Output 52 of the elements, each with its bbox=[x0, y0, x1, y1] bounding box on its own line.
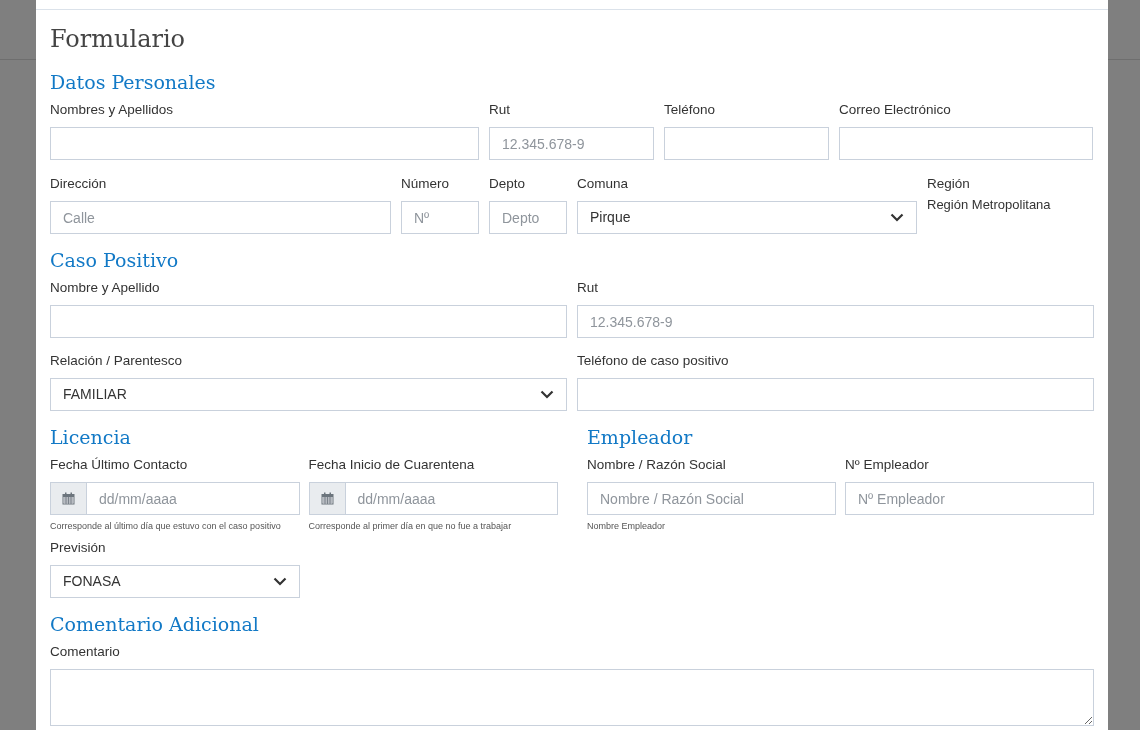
field-label: Nº Empleador bbox=[845, 456, 930, 474]
field-label: Comentario bbox=[50, 643, 121, 661]
comment-textarea[interactable] bbox=[50, 669, 1094, 726]
chevron-down-icon bbox=[890, 213, 904, 222]
field-label: Fecha Inicio de Cuarentena bbox=[308, 456, 476, 474]
section-heading: Licencia bbox=[50, 425, 132, 450]
field-hint: Nombre Empleador bbox=[587, 520, 667, 532]
form-title: Formulario bbox=[50, 24, 187, 55]
field-label: Previsión bbox=[50, 539, 107, 557]
field-label: Número bbox=[401, 175, 450, 193]
field-hint: Corresponde al primer día en que no fue a trabajar bbox=[308, 520, 513, 532]
field-label: Comuna bbox=[577, 175, 630, 193]
field-label: Nombre / Razón Social bbox=[587, 456, 727, 474]
calendar-icon bbox=[62, 492, 75, 505]
text-field[interactable] bbox=[664, 127, 829, 160]
text-field[interactable] bbox=[50, 305, 567, 338]
section-heading: Comentario Adicional bbox=[50, 612, 260, 637]
text-field[interactable]: Nombre / Razón Social bbox=[587, 482, 836, 515]
field-hint: Corresponde al último día que estuvo con el caso positivo bbox=[50, 520, 282, 532]
text-field[interactable]: Calle bbox=[50, 201, 391, 234]
region-value: Región Metropolitana bbox=[927, 196, 1052, 214]
section-heading: Datos Personales bbox=[50, 70, 217, 95]
text-field[interactable]: Nº Empleador bbox=[845, 482, 1094, 515]
field-label: Región bbox=[927, 175, 971, 193]
field-label: Depto bbox=[489, 175, 527, 193]
date-field[interactable]: dd/mm/aaaa bbox=[87, 482, 300, 515]
text-field[interactable]: Depto bbox=[489, 201, 567, 234]
section-heading: Empleador bbox=[587, 425, 694, 450]
field-label: Rut bbox=[577, 279, 599, 297]
text-field[interactable] bbox=[577, 378, 1094, 411]
select-field[interactable]: FAMILIAR bbox=[50, 378, 567, 411]
field-label: Nombres y Apellidos bbox=[50, 101, 175, 119]
chevron-down-icon bbox=[540, 390, 554, 399]
chevron-down-icon bbox=[272, 577, 287, 586]
select-field[interactable]: FONASA bbox=[50, 565, 300, 598]
text-field[interactable]: Nº bbox=[401, 201, 479, 234]
text-field[interactable] bbox=[839, 127, 1093, 160]
text-field[interactable]: 12.345.678-9 bbox=[577, 305, 1094, 338]
field-label: Relación / Parentesco bbox=[50, 352, 184, 370]
date-field[interactable]: dd/mm/aaaa bbox=[345, 482, 558, 515]
text-field[interactable]: 12.345.678-9 bbox=[489, 127, 654, 160]
field-label: Teléfono de caso positivo bbox=[577, 352, 730, 370]
field-label: Teléfono bbox=[664, 101, 717, 119]
field-label: Rut bbox=[489, 101, 511, 119]
section-heading: Caso Positivo bbox=[50, 248, 180, 273]
field-label: Dirección bbox=[50, 175, 108, 193]
select-field[interactable]: Pirque bbox=[577, 201, 917, 234]
field-label: Correo Electrónico bbox=[839, 101, 952, 119]
text-field[interactable] bbox=[50, 127, 479, 160]
field-label: Fecha Último Contacto bbox=[50, 456, 189, 474]
calendar-icon bbox=[320, 492, 334, 505]
field-label: Nombre y Apellido bbox=[50, 279, 161, 297]
